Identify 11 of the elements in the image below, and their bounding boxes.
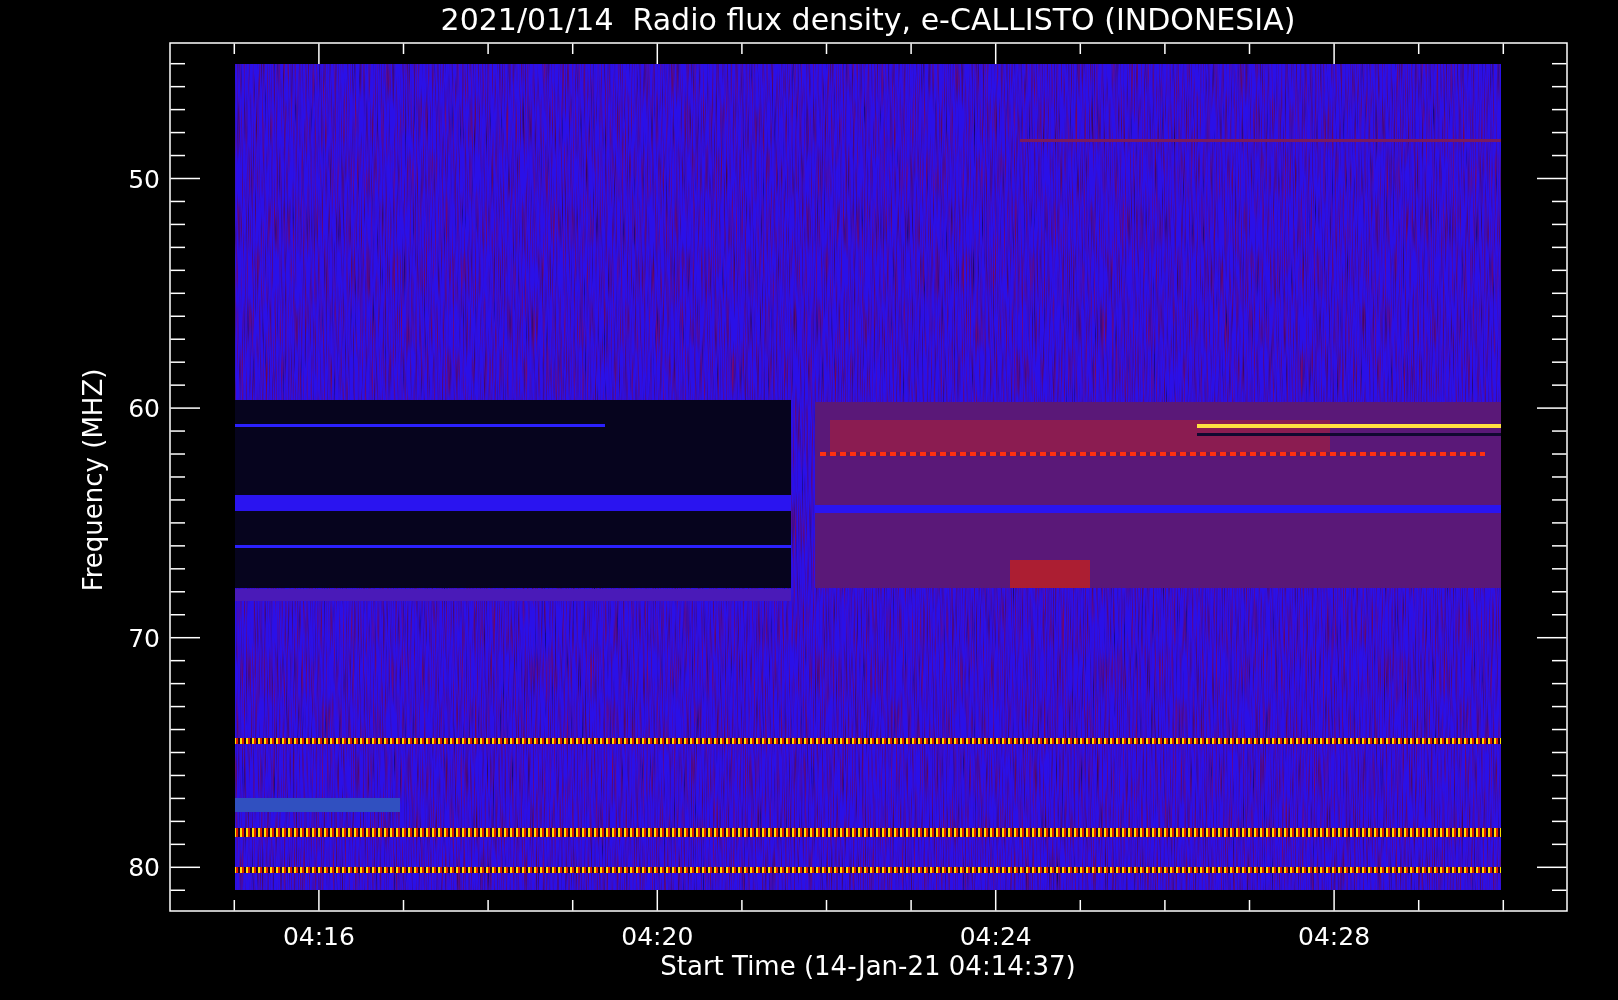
- tick-label: 60: [128, 394, 160, 424]
- tick-label: 04:24: [959, 922, 1032, 951]
- tick-label: 80: [128, 853, 160, 883]
- tick-label: 04:20: [621, 922, 694, 951]
- axis-label: Frequency (MHZ): [78, 368, 108, 592]
- tick-label: 04:28: [1298, 922, 1371, 951]
- tick-label: 04:16: [282, 922, 355, 951]
- tick-label: 70: [128, 623, 160, 653]
- tick-label: 50: [128, 164, 160, 194]
- axis-label: Start Time (14-Jan-21 04:14:37): [660, 951, 1076, 981]
- chart-title: 2021/01/14 Radio flux density, e-CALLISTO (INDONESIA): [440, 2, 1296, 37]
